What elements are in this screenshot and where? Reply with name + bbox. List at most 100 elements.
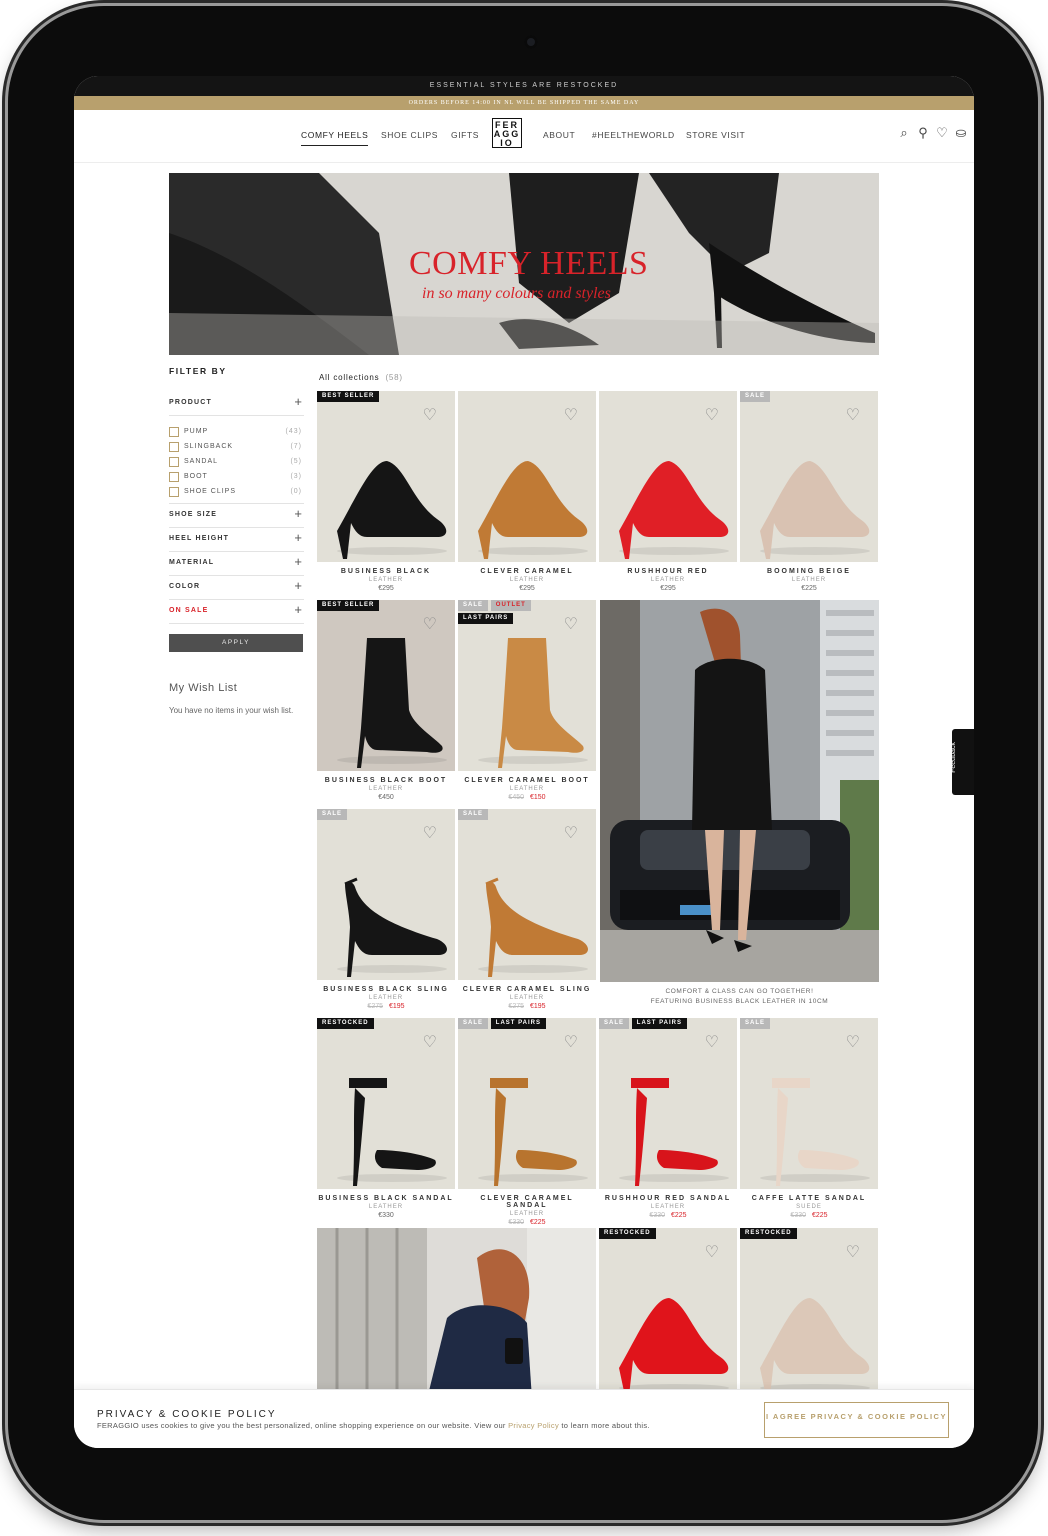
plus-icon[interactable]: + [294, 530, 302, 545]
wishlist-heart-icon[interactable]: ♡ [846, 1242, 860, 1262]
wishlist-heart-icon[interactable]: ♡ [564, 614, 578, 634]
plus-icon[interactable]: + [294, 578, 302, 593]
product-card[interactable]: SALE ♡ CAFFE LATTE SANDAL SUEDE €330 €225 [740, 1018, 878, 1219]
product-card[interactable]: RESTOCKED ♡ [740, 1228, 878, 1405]
product-name[interactable]: BUSINESS BLACK [317, 568, 455, 575]
product-name[interactable]: CAFFE LATTE SANDAL [740, 1195, 878, 1202]
facet-on-sale[interactable]: ON SALE + [169, 600, 304, 624]
product-image[interactable]: BEST SELLER ♡ [317, 391, 455, 562]
wishlist-heart-icon[interactable]: ♡ [705, 405, 719, 425]
sale-price: €225 [671, 1212, 687, 1219]
product-image[interactable]: SALE OUTLET LAST PAIRS ♡ [458, 600, 596, 771]
product-name[interactable]: CLEVER CARAMEL SANDAL [458, 1195, 596, 1209]
nav-store-visit[interactable]: STORE VISIT [686, 130, 745, 140]
checkbox[interactable] [169, 457, 179, 467]
wishlist-heart-icon[interactable]: ♡ [564, 405, 578, 425]
facet-material[interactable]: MATERIAL + [169, 552, 304, 576]
product-image[interactable]: ♡ [599, 391, 737, 562]
product-image[interactable]: SALE ♡ [458, 809, 596, 980]
facet-color[interactable]: COLOR + [169, 576, 304, 600]
privacy-policy-link[interactable]: Privacy Policy [508, 1421, 559, 1430]
nav-about[interactable]: ABOUT [543, 130, 575, 140]
product-image[interactable]: SALE LAST PAIRS ♡ [599, 1018, 737, 1189]
product-price: €330 €225 [740, 1212, 878, 1219]
product-image[interactable]: RESTOCKED ♡ [740, 1228, 878, 1399]
wishlist-heart-icon[interactable]: ♡ [423, 1032, 437, 1052]
product-card[interactable]: SALE OUTLET LAST PAIRS ♡ CLEVER CARAMEL BOOT… [458, 600, 596, 801]
option-shoe-clips[interactable]: SHOE CLIPS (0) [169, 484, 304, 499]
option-slingback[interactable]: SLINGBACK (7) [169, 439, 304, 454]
plus-icon[interactable]: + [294, 394, 302, 409]
feraggio-logo[interactable]: FER AGG IO [492, 118, 522, 148]
wishlist-heart-icon[interactable]: ♡ [423, 823, 437, 843]
wishlist-heart-icon[interactable]: ♡ [423, 614, 437, 634]
account-icon[interactable]: ⚲ [916, 126, 930, 140]
product-card[interactable]: ♡ RUSHHOUR RED LEATHER €295 [599, 391, 737, 592]
product-material: LEATHER [509, 786, 545, 792]
wishlist-heart-icon[interactable]: ♡ [423, 405, 437, 425]
wishlist-heart-icon[interactable]: ♡ [705, 1242, 719, 1262]
product-image[interactable]: BEST SELLER ♡ [317, 600, 455, 771]
apply-button[interactable]: APPLY [169, 634, 303, 652]
option-pump[interactable]: PUMP (43) [169, 424, 304, 439]
product-card[interactable]: BEST SELLER ♡ BUSINESS BLACK LEATHER €295 [317, 391, 455, 592]
wishlist-heart-icon[interactable]: ♡ [564, 1032, 578, 1052]
facet-shoe-size[interactable]: SHOE SIZE + [169, 504, 304, 528]
plus-icon[interactable]: + [294, 506, 302, 521]
hero-banner[interactable]: COMFY HEELS in so many colours and style… [169, 173, 879, 355]
product-image[interactable]: SALE ♡ [740, 391, 878, 562]
option-boot[interactable]: BOOT (3) [169, 469, 304, 484]
plus-icon[interactable]: + [294, 602, 302, 617]
checkbox[interactable] [169, 487, 179, 497]
nav-heeltheworld[interactable]: #HEELTHEWORLD [592, 130, 675, 140]
agree-cookie-button[interactable]: I AGREE PRIVACY & COOKIE POLICY [764, 1402, 949, 1438]
product-name[interactable]: BUSINESS BLACK BOOT [317, 777, 455, 784]
product-name[interactable]: BOOMING BEIGE [740, 568, 878, 575]
checkbox[interactable] [169, 427, 179, 437]
product-image[interactable]: RESTOCKED ♡ [599, 1228, 737, 1399]
wishlist-heart-icon[interactable]: ♡ [564, 823, 578, 843]
option-sandal[interactable]: SANDAL (5) [169, 454, 304, 469]
product-material: LEATHER [509, 1211, 545, 1217]
feedback-tab[interactable]: Feedback [950, 729, 974, 795]
product-name[interactable]: CLEVER CARAMEL [458, 568, 596, 575]
wishlist-heart-icon[interactable]: ♡ [705, 1032, 719, 1052]
product-card[interactable]: SALE ♡ CLEVER CARAMEL SLING LEATHER €275 €195 [458, 809, 596, 1010]
facet-product[interactable]: PRODUCT + [169, 392, 304, 416]
wishlist-empty: You have no items in your wish list. [169, 706, 294, 715]
checkbox[interactable] [169, 442, 179, 452]
product-name[interactable]: BUSINESS BLACK SLING [317, 986, 455, 993]
product-image[interactable]: SALE ♡ [317, 809, 455, 980]
product-card[interactable]: SALE LAST PAIRS ♡ RUSHHOUR RED SANDAL LEATHE… [599, 1018, 737, 1219]
product-card[interactable]: SALE ♡ BOOMING BEIGE LEATHER €225 [740, 391, 878, 592]
product-card[interactable]: BEST SELLER ♡ BUSINESS BLACK BOOT LEATHER €4… [317, 600, 455, 801]
product-image[interactable]: SALE ♡ [740, 1018, 878, 1189]
product-material: LEATHER [650, 1204, 686, 1210]
checkbox[interactable] [169, 472, 179, 482]
nav-shoe-clips[interactable]: SHOE CLIPS [381, 130, 438, 140]
product-image[interactable]: RESTOCKED ♡ [317, 1018, 455, 1189]
product-name[interactable]: RUSHHOUR RED SANDAL [599, 1195, 737, 1202]
product-card[interactable]: RESTOCKED ♡ BUSINESS BLACK SANDAL LEATHER €3… [317, 1018, 455, 1219]
nav-gifts[interactable]: GIFTS [451, 130, 479, 140]
heart-icon[interactable]: ♡ [935, 126, 949, 140]
product-name[interactable]: RUSHHOUR RED [599, 568, 737, 575]
nav-comfy-heels[interactable]: COMFY HEELS [301, 130, 369, 146]
product-card[interactable]: SALE LAST PAIRS ♡ CLEVER CARAMEL SANDAL LEAT… [458, 1018, 596, 1226]
facet-heel-height[interactable]: HEEL HEIGHT + [169, 528, 304, 552]
product-image[interactable]: SALE LAST PAIRS ♡ [458, 1018, 596, 1189]
shipping-bar: ORDERS BEFORE 14:00 IN NL WILL BE SHIPPE… [74, 96, 974, 110]
wishlist-heart-icon[interactable]: ♡ [846, 405, 860, 425]
plus-icon[interactable]: + [294, 554, 302, 569]
search-icon[interactable]: ⌕ [897, 126, 911, 140]
bag-icon[interactable]: ⛀ [954, 126, 968, 140]
product-name[interactable]: CLEVER CARAMEL BOOT [458, 777, 596, 784]
product-name[interactable]: BUSINESS BLACK SANDAL [317, 1195, 455, 1202]
wishlist-heart-icon[interactable]: ♡ [846, 1032, 860, 1052]
product-name[interactable]: CLEVER CARAMEL SLING [458, 986, 596, 993]
product-image[interactable]: ♡ [458, 391, 596, 562]
product-card[interactable]: RESTOCKED ♡ [599, 1228, 737, 1405]
product-card[interactable]: SALE ♡ BUSINESS BLACK SLING LEATHER €275 €195 [317, 809, 455, 1010]
badge-sale: SALE [740, 391, 771, 402]
product-card[interactable]: ♡ CLEVER CARAMEL LEATHER €295 [458, 391, 596, 592]
